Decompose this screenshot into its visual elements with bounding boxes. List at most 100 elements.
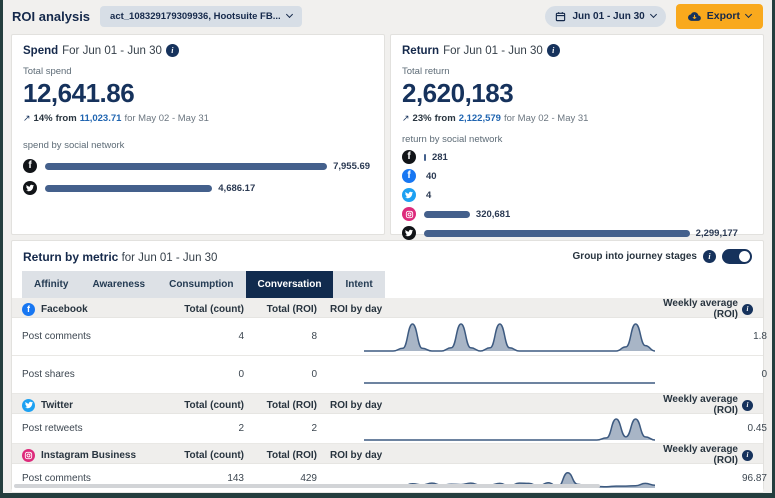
return-bar-twitter: 4 xyxy=(402,188,752,202)
summary-cards: Spend For Jun 01 - Jun 30 i Total spend … xyxy=(11,34,764,235)
chevron-down-icon xyxy=(745,11,752,18)
account-selector-label: act_108329179309936, Hootsuite FB... xyxy=(110,11,281,22)
weekly-average-label: Weekly average (ROI) xyxy=(643,298,738,320)
col-total-roi: Total (ROI) xyxy=(244,304,317,315)
spend-change-row: ↗ 14% from 11,023.71 for May 02 - May 31 xyxy=(23,113,373,124)
spend-change-pct: 14% xyxy=(34,113,53,124)
chevron-down-icon xyxy=(650,11,657,18)
calendar-icon xyxy=(555,11,566,22)
section-header-instagram: Instagram Business Total (count) Total (… xyxy=(12,444,763,464)
facebook-icon: f xyxy=(23,159,37,173)
roi-by-day-sparkline xyxy=(362,416,657,442)
table-row: Post shares 0 0 0 xyxy=(12,356,763,394)
spend-prev-value-link[interactable]: 11,023.71 xyxy=(80,113,122,124)
col-weekly-average: Weekly average (ROI) i xyxy=(643,394,753,416)
return-title: Return xyxy=(402,45,439,57)
spend-change-word: from xyxy=(56,113,77,124)
bar-value: 4,686.17 xyxy=(218,183,255,194)
tab-consumption[interactable]: Consumption xyxy=(157,271,245,298)
bar xyxy=(424,230,690,237)
total-spend-label: Total spend xyxy=(23,66,373,77)
metric-count: 0 xyxy=(177,369,244,380)
metrics-header: Return by metric for Jun 01 - Jun 30 Gro… xyxy=(12,241,763,269)
metric-roi: 8 xyxy=(244,331,317,342)
table-row: Post comments 4 8 1.8 xyxy=(12,318,763,356)
tab-affinity[interactable]: Affinity xyxy=(22,271,80,298)
metric-weekly-average: 0.45 xyxy=(657,423,767,434)
info-icon[interactable]: i xyxy=(703,250,716,263)
return-by-metric-card: Return by metric for Jun 01 - Jun 30 Gro… xyxy=(11,240,764,490)
col-total-roi: Total (ROI) xyxy=(244,450,317,461)
account-selector[interactable]: act_108329179309936, Hootsuite FB... xyxy=(100,6,302,27)
spend-by-network-label: spend by social network xyxy=(23,140,373,151)
info-icon[interactable]: i xyxy=(166,44,179,57)
bar-value: 4 xyxy=(426,190,431,201)
page-title: ROI analysis xyxy=(12,9,90,24)
return-period: For Jun 01 - Jun 30 xyxy=(443,45,543,57)
tab-awareness[interactable]: Awareness xyxy=(80,271,157,298)
metric-count: 143 xyxy=(177,473,244,484)
roi-by-day-sparkline xyxy=(362,321,657,353)
col-weekly-average: Weekly average (ROI) i xyxy=(643,298,753,320)
trend-up-icon: ↗ xyxy=(402,113,410,124)
bar-track: 7,955.69 xyxy=(45,161,373,172)
total-spend-value: 12,641.86 xyxy=(23,78,373,109)
facebook-icon: f xyxy=(402,150,416,164)
metric-weekly-average: 0 xyxy=(657,369,767,380)
instagram-icon xyxy=(402,207,416,221)
chevron-down-icon xyxy=(286,11,293,18)
twitter-icon xyxy=(402,226,416,240)
export-label: Export xyxy=(707,10,740,22)
col-roi-by-day: ROI by day xyxy=(317,450,643,461)
bar-value: 320,681 xyxy=(476,209,510,220)
metric-roi: 429 xyxy=(244,473,317,484)
tab-intent[interactable]: Intent xyxy=(333,271,384,298)
total-return-value: 2,620,183 xyxy=(402,78,752,109)
bar-value: 7,955.69 xyxy=(333,161,370,172)
toggle-knob xyxy=(739,251,750,262)
info-icon[interactable]: i xyxy=(742,450,753,461)
date-range-picker[interactable]: Jun 01 - Jun 30 xyxy=(545,6,665,27)
return-change-row: ↗ 23% from 2,122,579 for May 02 - May 31 xyxy=(402,113,752,124)
horizontal-scrollbar[interactable] xyxy=(14,484,600,488)
metrics-period: for Jun 01 - Jun 30 xyxy=(122,252,218,264)
spend-period: For Jun 01 - Jun 30 xyxy=(62,45,162,57)
return-bar-instagram: 320,681 xyxy=(402,207,752,221)
metric-name: Post comments xyxy=(22,331,177,342)
tab-conversation[interactable]: Conversation xyxy=(246,271,334,298)
col-total-count: Total (count) xyxy=(177,450,244,461)
bar xyxy=(45,163,327,170)
export-button[interactable]: Export xyxy=(676,4,763,29)
date-range-label: Jun 01 - Jun 30 xyxy=(572,11,644,22)
roi-analysis-page: ROI analysis act_108329179309936, Hootsu… xyxy=(0,0,775,498)
col-weekly-average: Weekly average (ROI) i xyxy=(643,444,753,466)
metric-name: Post comments xyxy=(22,473,177,484)
total-return-label: Total return xyxy=(402,66,752,77)
info-icon[interactable]: i xyxy=(742,400,753,411)
spend-title: Spend xyxy=(23,45,58,57)
top-bar: ROI analysis act_108329179309936, Hootsu… xyxy=(3,0,772,32)
cloud-download-icon xyxy=(688,10,701,23)
bar-value: 2,299,177 xyxy=(696,228,738,239)
roi-by-day-sparkline xyxy=(362,365,657,385)
info-icon[interactable]: i xyxy=(742,304,753,315)
journey-stages-label: Group into journey stages xyxy=(573,251,697,262)
metrics-title-row: Return by metric for Jun 01 - Jun 30 xyxy=(23,250,217,264)
return-card-title: Return For Jun 01 - Jun 30 i xyxy=(402,44,752,57)
metric-name: Post retweets xyxy=(22,423,177,434)
spend-card-title: Spend For Jun 01 - Jun 30 i xyxy=(23,44,373,57)
journey-stage-tabs: Affinity Awareness Consumption Conversat… xyxy=(22,271,385,298)
return-prev-period: for May 02 - May 31 xyxy=(504,113,588,124)
bar-value: 281 xyxy=(432,152,448,163)
info-icon[interactable]: i xyxy=(547,44,560,57)
bar xyxy=(45,185,212,192)
return-change-pct: 23% xyxy=(413,113,432,124)
metric-weekly-average: 1.8 xyxy=(657,331,767,342)
journey-stages-toggle[interactable] xyxy=(722,249,752,264)
bar xyxy=(424,154,426,161)
twitter-icon xyxy=(22,399,35,412)
bar xyxy=(424,211,470,218)
bar-value: 40 xyxy=(426,171,437,182)
spend-bar-twitter: 4,686.17 xyxy=(23,181,373,195)
return-prev-value-link[interactable]: 2,122,579 xyxy=(459,113,501,124)
